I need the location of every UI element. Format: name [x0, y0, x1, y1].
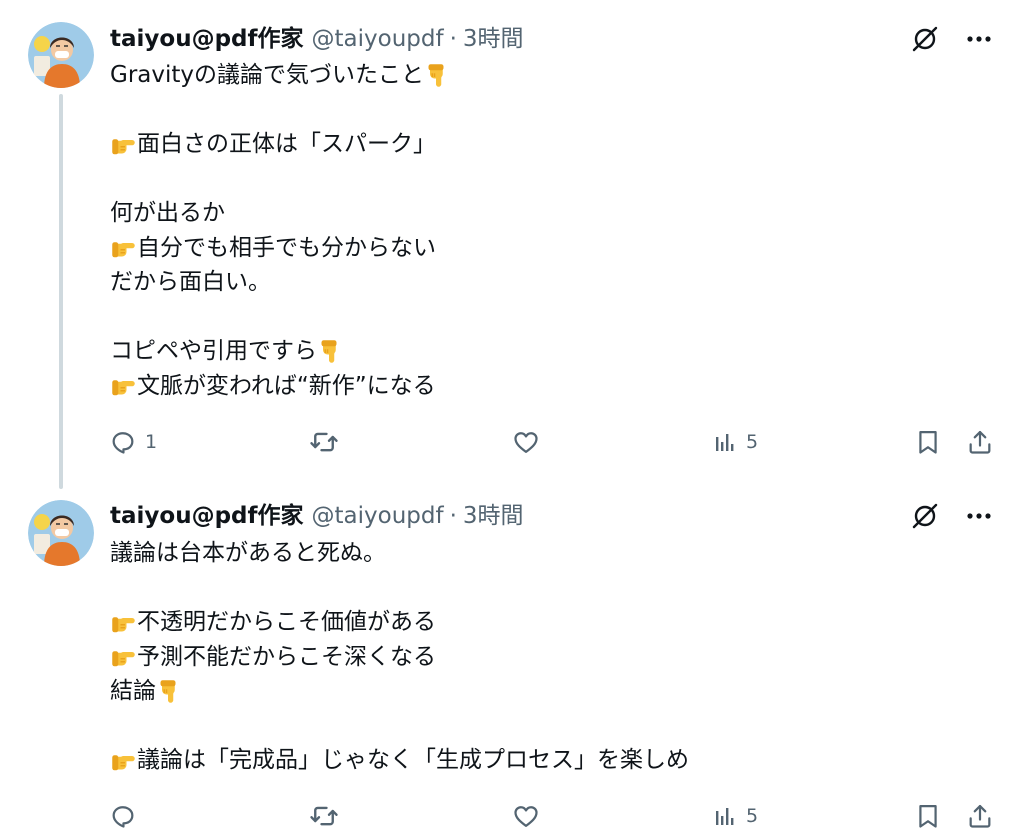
point-right-emoji-icon [110, 643, 137, 670]
post-text: 結論 [110, 678, 156, 704]
point-down-emoji-icon [317, 338, 344, 365]
post-text-line: コピペや引用ですら [110, 334, 990, 369]
post-text-line: 何が出るか [110, 196, 990, 231]
post-header: taiyou@pdf作家 @taiyoupdf · 3時間 [110, 24, 524, 54]
post-header-actions [908, 22, 996, 56]
views-count: 5 [746, 805, 759, 827]
post-timestamp[interactable]: 3時間 [463, 24, 524, 54]
post-text-line: 議論は台本があると死ぬ。 [110, 536, 990, 571]
reply-button[interactable] [109, 796, 145, 836]
bookmark-icon [914, 428, 942, 456]
bookmark-icon [914, 802, 942, 830]
post-timestamp[interactable]: 3時間 [463, 501, 524, 531]
post-body: 議論は台本があると死ぬ。 不透明だからこそ価値がある 予測不能だからこそ深くなる… [110, 536, 990, 778]
share-icon [966, 802, 994, 830]
post-text: 自分でも相手でも分からない [137, 234, 436, 261]
like-icon [512, 428, 540, 456]
avatar-image [28, 22, 94, 88]
post-text-line [110, 300, 990, 335]
reply-button[interactable]: 1 [109, 422, 157, 462]
post-text-line: Gravityの議論で気づいたこと [110, 58, 990, 93]
point-down-emoji-icon [424, 62, 451, 89]
point-down-emoji-icon [156, 678, 183, 705]
post-header-actions [908, 499, 996, 533]
views-button[interactable]: 5 [714, 422, 758, 462]
post-text-line: 議論は「完成品」じゃなく「生成プロセス」を楽しめ [110, 743, 990, 778]
post-text: 面白さの正体は「スパーク」 [137, 131, 436, 157]
avatar[interactable] [28, 22, 94, 88]
post-body: Gravityの議論で気づいたこと 面白さの正体は「スパーク」何が出るか 自分で… [110, 58, 990, 403]
author-display-name[interactable]: taiyou@pdf作家 [110, 24, 304, 54]
post-text-line: 面白さの正体は「スパーク」 [110, 127, 990, 162]
point-right-emoji-icon [110, 747, 137, 774]
post-text: 議論は台本があると死ぬ。 [110, 540, 386, 566]
bookmark-button[interactable] [914, 796, 942, 836]
post-text: だから面白い。 [110, 269, 271, 295]
like-icon [512, 802, 540, 830]
views-count: 5 [746, 431, 759, 453]
reply-icon [109, 428, 137, 456]
author-handle[interactable]: @taiyoupdf [312, 24, 444, 54]
like-button[interactable] [512, 796, 548, 836]
point-right-emoji-icon [110, 372, 137, 399]
point-right-emoji-icon [110, 234, 137, 261]
avatar-image [28, 500, 94, 566]
post-text-line [110, 709, 990, 744]
post-text: Gravityの議論で気づいたこと [110, 62, 425, 88]
post-text-line: 不透明だからこそ価値がある [110, 605, 990, 640]
post-text-line [110, 162, 990, 197]
point-right-emoji-icon [110, 609, 137, 636]
separator-dot: · [449, 26, 457, 52]
repost-icon [309, 427, 339, 457]
post-text-line [110, 571, 990, 606]
separator-dot: · [449, 503, 457, 529]
post-text-line: 文脈が変われば“新作”になる [110, 369, 990, 404]
avatar[interactable] [28, 500, 94, 566]
post-header: taiyou@pdf作家 @taiyoupdf · 3時間 [110, 501, 524, 531]
reply-count: 1 [145, 431, 158, 453]
post-text: 不透明だからこそ価値がある [137, 609, 436, 635]
views-icon [714, 430, 738, 454]
more-icon[interactable] [962, 22, 996, 56]
action-bar: 5 [0, 796, 1024, 836]
like-button[interactable] [512, 422, 548, 462]
more-icon[interactable] [962, 499, 996, 533]
views-button[interactable]: 5 [714, 796, 758, 836]
action-bar: 1 5 [0, 422, 1024, 462]
author-display-name[interactable]: taiyou@pdf作家 [110, 501, 304, 531]
post-text: 予測不能だからこそ深くなる [137, 643, 436, 670]
author-handle[interactable]: @taiyoupdf [312, 501, 444, 531]
post-text: 文脈が変われば“新作”になる [137, 372, 436, 399]
post-text-line: だから面白い。 [110, 265, 990, 300]
repost-button[interactable] [309, 796, 347, 836]
post-text-line: 結論 [110, 674, 990, 709]
repost-button[interactable] [309, 422, 347, 462]
point-right-emoji-icon [110, 131, 137, 158]
grok-slash-icon[interactable] [908, 499, 942, 533]
post-text-line: 予測不能だからこそ深くなる [110, 640, 990, 675]
reply-icon [109, 802, 137, 830]
share-icon [966, 428, 994, 456]
views-icon [714, 804, 738, 828]
bookmark-button[interactable] [914, 422, 942, 462]
post-text-line [110, 93, 990, 128]
share-button[interactable] [966, 796, 994, 836]
repost-icon [309, 801, 339, 831]
post-text: 何が出るか [110, 200, 225, 226]
share-button[interactable] [966, 422, 994, 462]
post-text-line: 自分でも相手でも分からない [110, 231, 990, 266]
post-text: 議論は「完成品」じゃなく「生成プロセス」を楽しめ [137, 747, 689, 773]
grok-slash-icon[interactable] [908, 22, 942, 56]
post-text: コピペや引用ですら [110, 338, 317, 364]
